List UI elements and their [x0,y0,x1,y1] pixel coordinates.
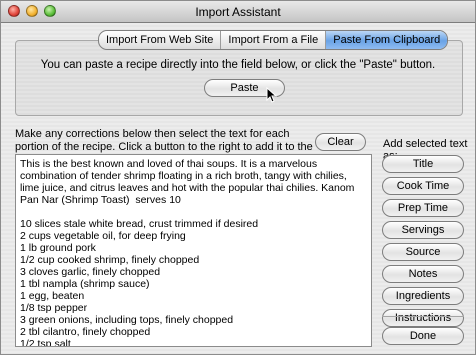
title-bar[interactable]: Import Assistant [1,1,475,23]
window-title: Import Assistant [195,5,281,19]
button-separator [382,316,464,317]
tab-import-from-web-site[interactable]: Import From Web Site [99,31,222,49]
paste-instructions: You can paste a recipe directly into the… [40,59,436,71]
add-as-prep-time-button[interactable]: Prep Time [382,199,464,217]
add-as-cook-time-button[interactable]: Cook Time [382,177,464,195]
add-as-ingredients-button[interactable]: Ingredients [382,287,464,305]
mouse-pointer-icon [266,87,277,103]
import-assistant-window: Import Assistant Import From Web Site Im… [0,0,476,355]
done-button[interactable]: Done [382,327,464,345]
tab-paste-from-clipboard[interactable]: Paste From Clipboard [326,31,448,49]
add-as-notes-button[interactable]: Notes [382,265,464,283]
import-source-tabs: Import From Web Site Import From a File … [98,30,449,50]
add-as-servings-button[interactable]: Servings [382,221,464,239]
add-as-source-button[interactable]: Source [382,243,464,261]
add-as-title-button[interactable]: Title [382,155,464,173]
tab-import-from-file[interactable]: Import From a File [221,31,327,49]
import-source-panel [15,40,463,116]
recipe-text-area[interactable]: This is the best known and loved of thai… [15,154,372,347]
clear-button[interactable]: Clear [315,133,366,151]
add-as-instructions-button[interactable]: Instructions [382,309,464,327]
